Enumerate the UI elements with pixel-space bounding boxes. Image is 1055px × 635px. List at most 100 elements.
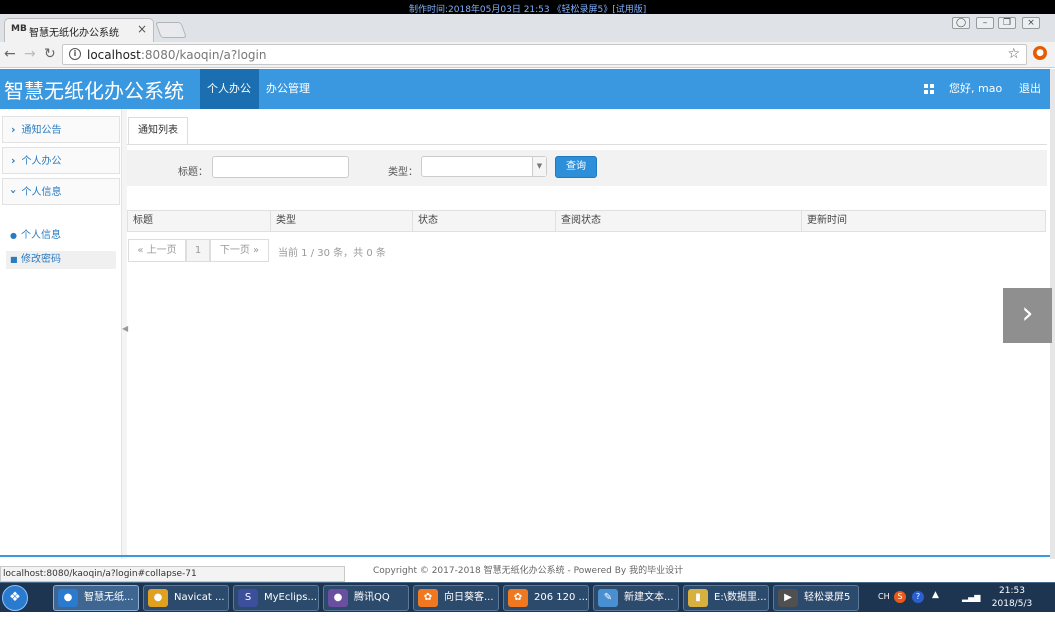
user-icon: ● [10,231,17,240]
notepad-icon: ✎ [598,589,618,607]
title-input[interactable] [212,156,349,178]
query-button[interactable]: 查询 [555,156,597,178]
browser-address-bar: ← → ↻ i localhost:8080/kaoqin/a?login ☆ … [0,42,1055,68]
url-input[interactable]: i localhost:8080/kaoqin/a?login ☆ [62,44,1027,65]
taskbar-item-chrome[interactable]: ● 智慧无纸... [53,585,139,611]
url-host: localhost [87,48,141,62]
tab-close-icon[interactable]: × [137,22,147,36]
taskbar-item-label: MyEclips... [264,592,318,603]
footer-divider [0,555,1050,557]
chevron-down-icon: › [6,189,20,194]
taskbar-item-sunflower[interactable]: ✿ 向日葵客... [413,585,499,611]
reload-icon[interactable]: ↻ [44,46,56,62]
sidebar-item-personal-info[interactable]: ● 个人信息 [6,227,116,245]
sidebar-group-personal-info[interactable]: › 个人信息 [2,178,120,205]
next-page-button[interactable]: 下一页 » [210,239,269,262]
taskbar-item-qq[interactable]: ● 腾讯QQ [323,585,409,611]
nav-office-management[interactable]: 办公管理 [259,69,317,109]
sidebar-item-label: 修改密码 [21,254,61,265]
back-icon[interactable]: ← [4,46,16,62]
tab-divider [127,144,1047,145]
taskbar-item-remote[interactable]: ✿ 206 120 ... [503,585,589,611]
user-greeting[interactable]: 您好, mao [949,69,1002,109]
taskbar-item-myeclipse[interactable]: S MyEclips... [233,585,319,611]
column-header-status[interactable]: 状态 [413,211,556,231]
taskbar-item-label: 轻松录屏5 [804,592,851,603]
sidebar-group-personal-office[interactable]: › 个人办公 [2,147,120,174]
screen: MB 智慧无纸化办公系统 × ◯ – ❐ × ← → ↻ i localhost… [0,14,1055,635]
current-page-button[interactable]: 1 [186,239,210,262]
main-content: 通知列表 标题： 类型： ▼ 查询 标题 类型 状态 查阅状态 更新时间 « 上… [127,109,1047,559]
sidebar-group-label: 通知公告 [21,125,62,136]
restore-icon[interactable]: ❐ [998,17,1016,29]
minimize-icon[interactable]: – [976,17,994,29]
prev-page-button[interactable]: « 上一页 [128,239,186,262]
user-icon[interactable]: ◯ [952,17,970,29]
title-label: 标题： [178,167,208,178]
recorder-icon: ▶ [778,589,798,607]
sidebar-group-notice[interactable]: › 通知公告 [2,116,120,143]
browser-tab[interactable]: MB 智慧无纸化办公系统 × [4,18,154,42]
taskbar-item-label: Navicat ... [174,592,225,603]
logout-link[interactable]: 退出 [1019,69,1041,109]
sogou-icon[interactable]: S [894,591,906,603]
network-signal-icon[interactable]: ▂▄▆ [962,593,980,602]
taskbar-item-screen-recorder[interactable]: ▶ 轻松录屏5 [773,585,859,611]
type-label: 类型： [388,167,418,178]
clock-time[interactable]: 21:53 [988,585,1036,597]
nav-personal-office[interactable]: 个人办公 [200,69,259,109]
tab-favicon-icon: MB [11,24,27,34]
taskbar-item-explorer[interactable]: ▮ E:\数据里... [683,585,769,611]
taskbar-item-label: E:\数据里... [714,592,767,603]
chevron-right-icon: › [11,154,16,167]
column-header-update-time[interactable]: 更新时间 [802,211,1045,231]
clock-date[interactable]: 2018/5/3 [988,598,1036,610]
pagination-info: 当前 1 / 30 条，共 0 条 [278,248,386,259]
help-icon[interactable]: ? [912,591,924,603]
myeclipse-icon: S [238,589,258,607]
new-tab-button[interactable] [155,22,187,38]
info-icon[interactable]: i [69,48,81,60]
close-window-icon[interactable]: × [1022,17,1040,29]
navicat-icon: ● [148,589,168,607]
taskbar-item-navicat[interactable]: ● Navicat ... [143,585,229,611]
recording-banner: 制作时间:2018年05月03日 21:53 《轻松录屏5》[试用版] [0,0,1055,15]
sidebar-item-change-password[interactable]: ■ 修改密码 [6,251,116,269]
browser-tab-bar: MB 智慧无纸化办公系统 × ◯ – ❐ × [0,14,1055,42]
extension-icon[interactable]: ● [1033,46,1047,60]
input-language[interactable]: CH [878,592,890,601]
url-text: localhost:8080/kaoqin/a?login [87,48,267,62]
sunflower-icon: ✿ [508,589,528,607]
footer-copyright: Copyright © 2017-2018 智慧无纸化办公系统 - Powere… [373,566,684,576]
taskbar-item-label: 向日葵客... [444,592,494,603]
chevron-down-icon: ▼ [532,157,546,176]
search-panel: 标题： 类型： ▼ 查询 [127,150,1047,186]
forward-icon[interactable]: → [24,46,36,62]
sidebar-group-label: 个人信息 [21,187,62,198]
taskbar-item-notepad[interactable]: ✎ 新建文本... [593,585,679,611]
grid-icon[interactable] [924,84,934,94]
taskbar-item-label: 206 120 ... [534,592,589,603]
windows-taskbar: ❖ ● 智慧无纸... ● Navicat ... S MyEclips... ● 腾讯… [0,582,1055,612]
sidebar: › 通知公告 › 个人办公 › 个人信息 ● 个人信息 ■ 修改密码 [0,109,122,559]
lock-icon: ■ [10,255,18,264]
taskbar-item-label: 腾讯QQ [354,592,390,603]
tab-notice-list[interactable]: 通知列表 [128,117,188,145]
app-header: 智慧无纸化办公系统 个人办公 办公管理 您好, mao 退出 [0,69,1050,109]
column-header-read-status[interactable]: 查阅状态 [556,211,802,231]
chrome-icon: ● [58,589,78,607]
column-header-type[interactable]: 类型 [271,211,413,231]
tray-expand-icon[interactable]: ▲ [932,590,939,600]
tab-title: 智慧无纸化办公系统 [29,28,119,39]
chevron-right-icon: › [11,123,16,136]
column-header-title[interactable]: 标题 [128,211,271,231]
type-select[interactable]: ▼ [421,156,547,177]
qq-icon: ● [328,589,348,607]
bookmark-star-icon[interactable]: ☆ [1007,46,1020,62]
app-title: 智慧无纸化办公系统 [4,79,184,103]
url-path: :8080/kaoqin/a?login [140,48,267,62]
start-button[interactable]: ❖ [2,585,28,611]
folder-icon: ▮ [688,589,708,607]
chevron-right-icon[interactable]: › [1003,288,1052,343]
sunflower-icon: ✿ [418,589,438,607]
